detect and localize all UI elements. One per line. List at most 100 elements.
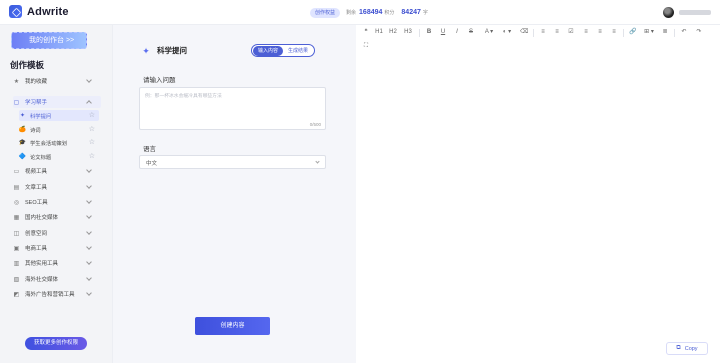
student-icon: 🎓 [18,140,27,146]
tools-icon: ▥ [13,260,20,267]
sidebar-item-overseas-ads[interactable]: ◩ 海外广告和营销工具 [13,288,101,300]
points-unit: 积分 [384,10,395,16]
highlight-dropdown[interactable]: ◐ ▾ [500,28,514,37]
sidebar-subitem[interactable]: 🔷 论文标题 ☆ [19,151,99,162]
username-placeholder[interactable] [679,10,711,15]
chevron-down-icon [86,259,92,265]
chevron-up-icon [86,100,92,106]
get-more-permissions-button[interactable]: 获取更多创作权限 [25,337,87,350]
align-right-icon[interactable]: ≡ [610,28,618,37]
globe-icon: ▧ [13,276,20,283]
sidebar-item-seo[interactable]: ◎ SEO工具 [13,196,101,208]
sidebar-item-label: 文章工具 [25,185,48,191]
sidebar-title: 创作模板 [10,60,45,70]
sidebar-item-creative[interactable]: ◫ 创意空间 [13,227,101,239]
sidebar-item-study[interactable]: ▢ 学习帮手 [13,96,101,108]
create-content-button[interactable]: 创建内容 [195,317,270,335]
italic-button[interactable]: I [453,28,461,37]
font-color-dropdown[interactable]: A ▾ [482,28,496,37]
heading1-button[interactable]: H1 [374,28,384,37]
link-icon[interactable]: 🔗 [629,28,637,37]
eraser-icon[interactable]: ⌫ [520,28,528,37]
favorite-star-icon[interactable]: ☆ [89,152,95,160]
sidebar-subitem-label: 科学提问 [30,113,52,120]
heading2-button[interactable]: H2 [388,28,398,37]
sidebar-subitem-label: 诗词 [30,127,41,134]
tab-result[interactable]: 生成结果 [283,46,313,56]
fullscreen-icon[interactable]: ⛶ [362,42,370,51]
cart-icon: ▣ [13,245,20,252]
editor-panel[interactable]: ❝ H1 H2 H3 B U I S A ▾ ◐ ▾ ⌫ ≡ ≡ ☑ ≡ ≡ ≡… [356,25,720,363]
blockquote-icon[interactable]: ❝ [362,28,370,37]
sidebar-item-article[interactable]: ▤ 文章工具 [13,181,101,193]
favorite-star-icon[interactable]: ☆ [89,125,95,133]
points-label: 剩余 [346,10,357,16]
toolbar-divider [533,29,534,37]
sidebar-item-video[interactable]: ▭ 视频工具 [13,165,101,177]
language-select[interactable]: 中文 [139,155,326,169]
char-counter: 0/500 [309,122,321,127]
sidebar-item-overseas-social[interactable]: ▧ 海外社交媒体 [13,273,101,285]
question-placeholder: 例：那一杯冰水会缓冷具有哪些方法 [145,94,222,99]
view-toggle: 输入内容 生成结果 [251,44,315,57]
task-list-icon[interactable]: ☑ [567,28,575,37]
poem-icon: 🍊 [18,127,27,133]
favorite-star-icon[interactable]: ☆ [89,111,95,119]
tab-input[interactable]: 输入内容 [253,45,283,56]
sidebar-subitem-label: 学生会活动策划 [30,140,68,147]
strikethrough-button[interactable]: S [467,28,475,37]
video-icon: ▭ [13,168,20,175]
credits-badge[interactable]: 创作权益 [310,7,341,18]
science-icon: ✦ [19,113,26,119]
align-left-icon[interactable]: ≡ [582,28,590,37]
sidebar-subitem[interactable]: 🎓 学生会活动策划 ☆ [19,137,99,148]
logo[interactable]: Adwrite [9,5,69,18]
copy-button[interactable]: ⧉ Copy [666,342,708,355]
sidebar-subitem[interactable]: 🍊 诗词 ☆ [19,124,99,135]
chevron-down-icon [315,159,320,164]
favorite-star-icon[interactable]: ☆ [89,138,95,146]
sidebar-item-ecommerce[interactable]: ▣ 电商工具 [13,242,101,254]
divider-icon[interactable]: ≣ [661,28,669,37]
toolbar-divider [419,29,420,37]
credits-area: 创作权益 剩余 168494 积分 84247 字 [310,7,428,18]
top-bar: Adwrite 创作权益 剩余 168494 积分 84247 字 [0,0,720,25]
copy-label: Copy [684,345,698,352]
my-works-button[interactable]: 我的创作台 >> [11,32,87,49]
toolbar-divider [623,29,624,37]
science-icon: ✦ [142,45,150,56]
avatar[interactable] [663,7,674,18]
align-center-icon[interactable]: ≡ [596,28,604,37]
redo-icon[interactable]: ↷ [695,28,703,37]
sidebar-item-domestic-social[interactable]: ▦ 国内社交媒体 [13,211,101,223]
sidebar-item-label: 学习帮手 [25,100,48,106]
sidebar-item-label: 创意空间 [25,231,48,237]
bullet-list-icon[interactable]: ≡ [539,28,547,37]
app-name: Adwrite [27,5,69,18]
sidebar-subitem-label: 论文标题 [30,154,52,161]
chevron-down-icon [86,198,92,204]
sidebar-item-label: 我的收藏 [25,79,48,85]
underline-button[interactable]: U [439,28,447,37]
ads-icon: ◩ [13,291,20,298]
sidebar-item-other-tools[interactable]: ▥ 其他实用工具 [13,257,101,269]
undo-icon[interactable]: ↶ [680,28,688,37]
table-dropdown[interactable]: ⊞ ▾ [643,28,655,37]
social-icon: ▦ [13,214,20,221]
bold-button[interactable]: B [425,28,433,37]
editor-toolbar: ❝ H1 H2 H3 B U I S A ▾ ◐ ▾ ⌫ ≡ ≡ ☑ ≡ ≡ ≡… [356,25,720,55]
question-textarea[interactable]: 例：那一杯冰水会缓冷具有哪些方法 0/500 [139,87,326,130]
question-label: 请输入问题 [143,77,176,84]
heading3-button[interactable]: H3 [403,28,413,37]
toolbar-divider [674,29,675,37]
chevron-down-icon [86,167,92,173]
sidebar-item-label: SEO工具 [25,200,48,206]
points-value: 168494 [359,9,383,16]
language-value: 中文 [146,161,158,167]
sidebar-item-label: 海外广告和营销工具 [25,292,75,298]
sidebar-subitem[interactable]: ✦ 科学提问 ☆ [19,110,99,121]
star-icon: ★ [13,78,20,85]
ordered-list-icon[interactable]: ≡ [553,28,561,37]
sidebar-item-favorites[interactable]: ★ 我的收藏 [13,75,101,87]
language-label: 语言 [143,146,156,153]
